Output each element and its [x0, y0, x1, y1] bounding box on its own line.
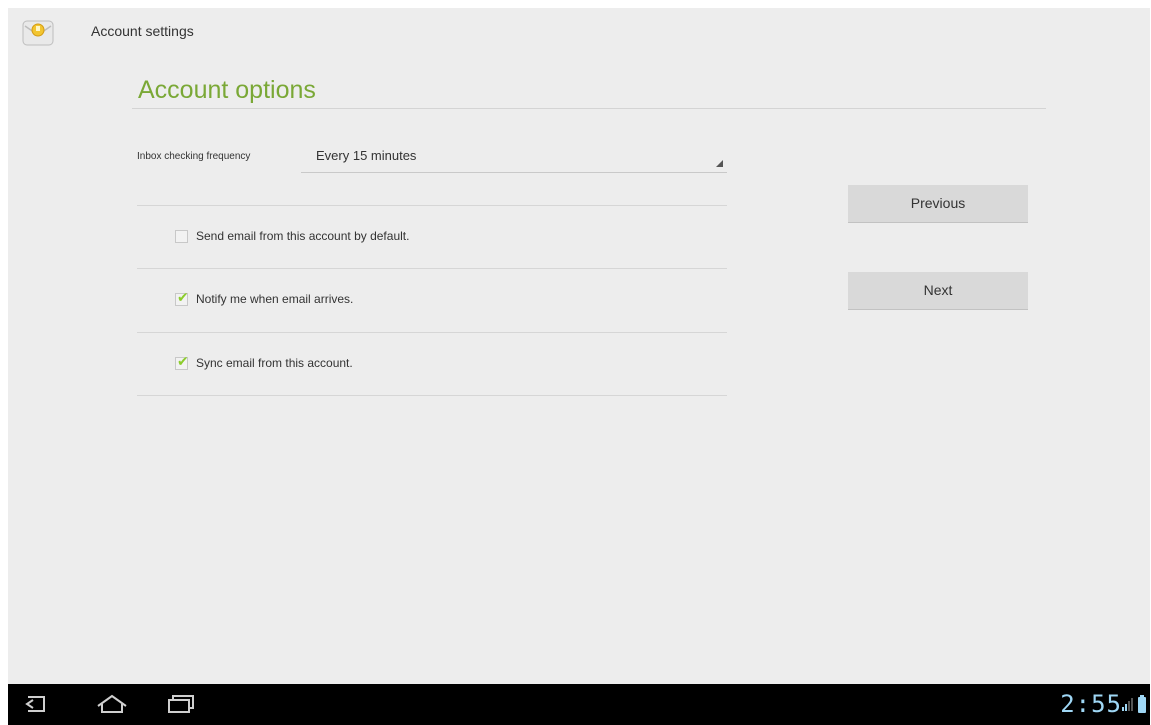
previous-button[interactable]: Previous: [848, 185, 1028, 223]
option-send-default-row[interactable]: Send email from this account by default.: [137, 207, 727, 269]
divider: [137, 395, 727, 396]
inbox-frequency-value: Every 15 minutes: [316, 148, 417, 163]
divider: [137, 268, 727, 269]
notify-label: Notify me when email arrives.: [196, 292, 354, 306]
signal-icon: [1122, 696, 1134, 716]
action-bar: Account settings: [8, 8, 1150, 56]
clock: 2:55: [1060, 690, 1122, 718]
inbox-frequency-spinner[interactable]: Every 15 minutes: [301, 142, 727, 173]
next-button[interactable]: Next: [848, 272, 1028, 310]
back-icon[interactable]: [24, 694, 50, 718]
section-title: Account options: [138, 76, 316, 104]
divider: [137, 332, 727, 333]
email-app-icon[interactable]: [22, 20, 54, 46]
screen: Account settings Account options Inbox c…: [8, 8, 1150, 684]
home-icon[interactable]: [96, 694, 128, 718]
inbox-frequency-label: Inbox checking frequency: [137, 151, 251, 162]
option-sync-row[interactable]: ✔ Sync email from this account.: [137, 334, 727, 396]
recent-apps-icon[interactable]: [167, 694, 197, 718]
send-default-label: Send email from this account by default.: [196, 229, 410, 243]
divider: [137, 205, 727, 206]
notify-checkbox[interactable]: ✔: [175, 290, 189, 306]
checkmark-icon: ✔: [177, 354, 189, 370]
dropdown-arrow-icon: [716, 160, 723, 167]
sync-checkbox[interactable]: ✔: [175, 354, 189, 370]
system-bar: 2:55: [8, 684, 1150, 725]
battery-icon: [1138, 695, 1146, 717]
send-default-checkbox[interactable]: [175, 230, 188, 243]
sync-label: Sync email from this account.: [196, 356, 353, 370]
checkmark-icon: ✔: [177, 290, 189, 306]
title-divider: [132, 108, 1046, 109]
option-notify-row[interactable]: ✔ Notify me when email arrives.: [137, 270, 727, 332]
action-bar-title: Account settings: [91, 23, 194, 39]
